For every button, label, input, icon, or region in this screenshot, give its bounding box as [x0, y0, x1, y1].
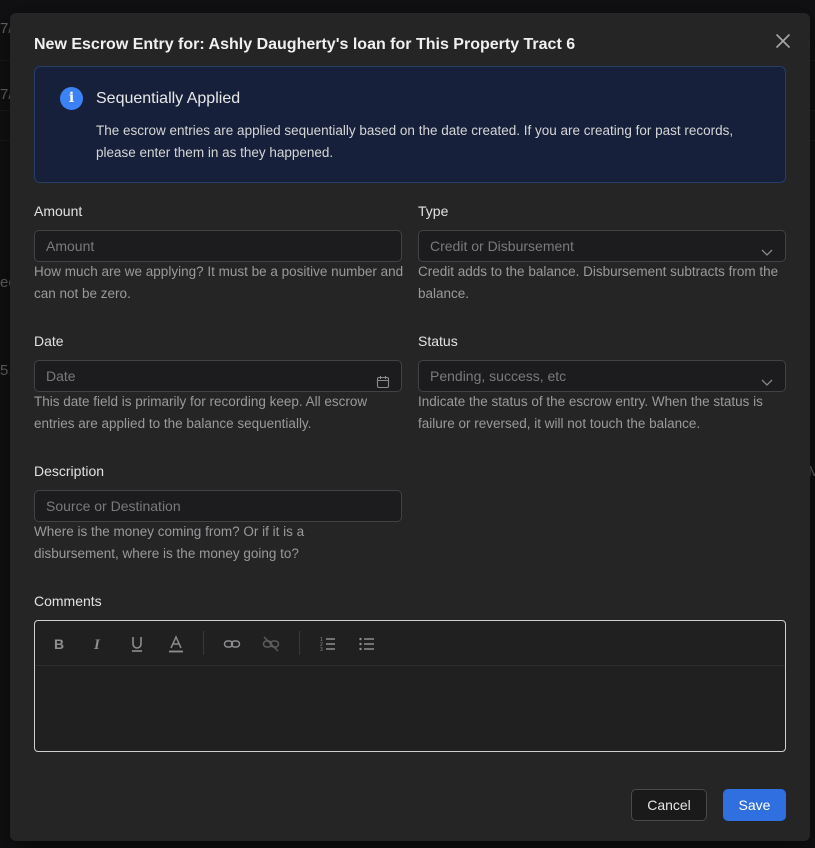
description-label: Description — [34, 463, 105, 479]
comments-text-area[interactable] — [35, 667, 785, 751]
svg-text:I: I — [93, 637, 101, 653]
chevron-down-icon — [760, 239, 774, 256]
toolbar-divider — [299, 631, 300, 655]
text-color-icon[interactable] — [166, 634, 186, 654]
unlink-icon[interactable] — [261, 634, 281, 654]
date-input[interactable]: Date — [34, 360, 402, 392]
date-label: Date — [34, 333, 64, 349]
save-button[interactable]: Save — [723, 789, 786, 821]
date-placeholder: Date — [46, 368, 76, 384]
link-icon[interactable] — [222, 634, 242, 654]
underline-icon[interactable] — [127, 634, 147, 654]
description-help: Where is the money coming from? Or if it… — [34, 524, 305, 561]
type-placeholder: Credit or Disbursement — [430, 238, 574, 254]
amount-label: Amount — [34, 203, 83, 219]
italic-icon[interactable]: I — [88, 634, 108, 654]
editor-toolbar: B I 123 — [35, 621, 785, 666]
info-icon: i — [60, 87, 83, 110]
type-help: Credit adds to the balance. Disbursement… — [418, 264, 779, 301]
alert-title: Sequentially Applied — [96, 90, 241, 107]
chevron-down-icon — [760, 369, 774, 386]
status-label: Status — [418, 333, 458, 349]
close-icon[interactable] — [774, 32, 792, 50]
bullet-list-icon[interactable] — [357, 634, 377, 654]
svg-text:3: 3 — [320, 647, 323, 653]
svg-text:B: B — [54, 636, 64, 652]
comments-editor: B I 123 — [34, 620, 786, 752]
description-input[interactable]: Source or Destination — [34, 490, 402, 522]
calendar-icon[interactable] — [376, 369, 390, 389]
type-select[interactable]: Credit or Disbursement — [418, 230, 786, 262]
dialog-title: New Escrow Entry for: Ashly Daugherty's … — [34, 36, 576, 53]
alert-body: The escrow entries are applied sequentia… — [96, 123, 734, 160]
description-placeholder: Source or Destination — [46, 498, 181, 514]
status-help: Indicate the status of the escrow entry.… — [418, 394, 763, 431]
amount-help: How much are we applying? It must be a p… — [34, 264, 404, 301]
info-alert: i Sequentially Applied The escrow entrie… — [34, 66, 786, 183]
amount-placeholder: Amount — [46, 238, 95, 254]
cancel-button[interactable]: Cancel — [631, 789, 707, 821]
bold-icon[interactable]: B — [49, 634, 69, 654]
date-help: This date field is primarily for recordi… — [34, 394, 368, 431]
type-label: Type — [418, 203, 449, 219]
amount-input[interactable]: Amount — [34, 230, 402, 262]
status-placeholder: Pending, success, etc — [430, 368, 567, 384]
ordered-list-icon[interactable]: 123 — [318, 634, 338, 654]
escrow-entry-dialog: New Escrow Entry for: Ashly Daugherty's … — [10, 13, 810, 841]
status-select[interactable]: Pending, success, etc — [418, 360, 786, 392]
toolbar-divider — [203, 631, 204, 655]
comments-label: Comments — [34, 593, 102, 609]
